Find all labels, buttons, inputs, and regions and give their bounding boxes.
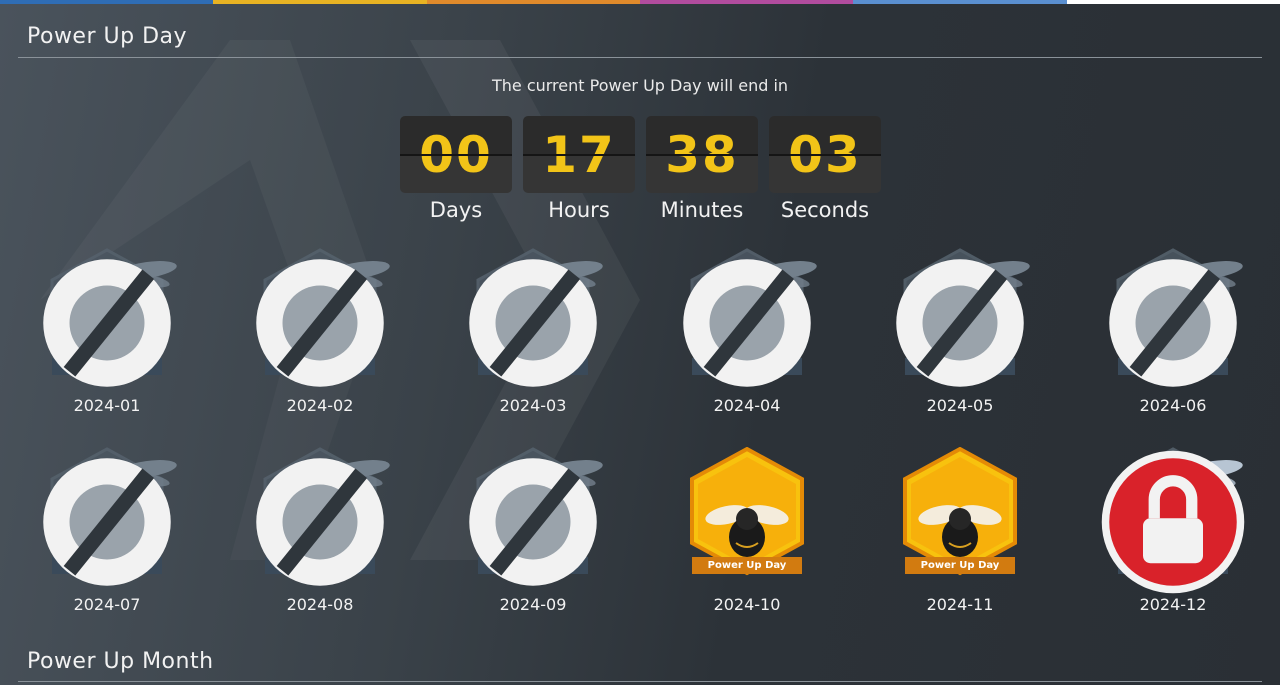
countdown-timer: 00 Days 17 Hours 38 Minutes 03 Seconds [400, 116, 881, 222]
badge-item[interactable]: Power Up Day 2024-11 [885, 447, 1035, 627]
badge-item[interactable]: Power Up Day 2024-08 [245, 447, 395, 627]
bee-badge-icon [690, 447, 804, 576]
badge-date: 2024-10 [713, 595, 781, 614]
hours-label: Hours [548, 198, 610, 222]
badge-date: 2024-06 [1139, 396, 1207, 415]
top-color-bar [0, 0, 1280, 4]
badge-item[interactable]: Power Up Day 2024-09 [458, 447, 608, 627]
badge-date: 2024-01 [73, 396, 141, 415]
badge-item[interactable]: Power Up Day 2024-02 [245, 248, 395, 428]
countdown-caption: The current Power Up Day will end in [491, 76, 789, 95]
minutes-label: Minutes [660, 198, 744, 222]
not-earned-icon [43, 259, 171, 387]
title-divider [18, 57, 1262, 58]
badge-date: 2024-09 [499, 595, 567, 614]
badge-item[interactable]: Power Up Day 2024-01 [32, 248, 182, 428]
not-earned-icon [43, 458, 171, 586]
not-earned-icon [896, 259, 1024, 387]
badge-date: 2024-04 [713, 396, 781, 415]
not-earned-icon [469, 259, 597, 387]
badge-item[interactable]: Power Up Day 2024-03 [458, 248, 608, 428]
not-earned-icon [256, 259, 384, 387]
badge-ribbon: Power Up Day [905, 557, 1015, 574]
hours-value: 17 [523, 116, 635, 193]
badge-date: 2024-03 [499, 396, 567, 415]
badge-ribbon: Power Up Day [692, 557, 802, 574]
countdown-seconds: 03 Seconds [769, 116, 881, 222]
badge-item[interactable]: Power Up Day 2024-06 [1098, 248, 1248, 428]
lock-icon [1101, 450, 1245, 594]
bee-badge-icon [903, 447, 1017, 576]
section-title-power-up-month: Power Up Month [27, 649, 214, 674]
hive-logo-watermark [40, 40, 640, 560]
badge-date: 2024-11 [926, 595, 994, 614]
not-earned-icon [256, 458, 384, 586]
days-label: Days [429, 198, 483, 222]
badge-item[interactable]: Power Up Day 2024-07 [32, 447, 182, 627]
page-title: Power Up Day [27, 24, 188, 49]
month-divider [18, 681, 1262, 682]
countdown-minutes: 38 Minutes [646, 116, 758, 222]
badge-date: 2024-02 [286, 396, 354, 415]
minutes-value: 38 [646, 116, 758, 193]
countdown-days: 00 Days [400, 116, 512, 222]
not-earned-icon [1109, 259, 1237, 387]
badge-item[interactable]: Power Up Day 2024-12 [1098, 447, 1248, 627]
badge-item[interactable]: Power Up Day 2024-10 [672, 447, 822, 627]
badge-date: 2024-07 [73, 595, 141, 614]
seconds-value: 03 [769, 116, 881, 193]
badge-date: 2024-05 [926, 396, 994, 415]
not-earned-icon [683, 259, 811, 387]
not-earned-icon [469, 458, 597, 586]
days-value: 00 [400, 116, 512, 193]
seconds-label: Seconds [780, 198, 870, 222]
countdown-hours: 17 Hours [523, 116, 635, 222]
badge-date: 2024-08 [286, 595, 354, 614]
badge-date: 2024-12 [1139, 595, 1207, 614]
badge-item[interactable]: Power Up Day 2024-05 [885, 248, 1035, 428]
badge-item[interactable]: Power Up Day 2024-04 [672, 248, 822, 428]
